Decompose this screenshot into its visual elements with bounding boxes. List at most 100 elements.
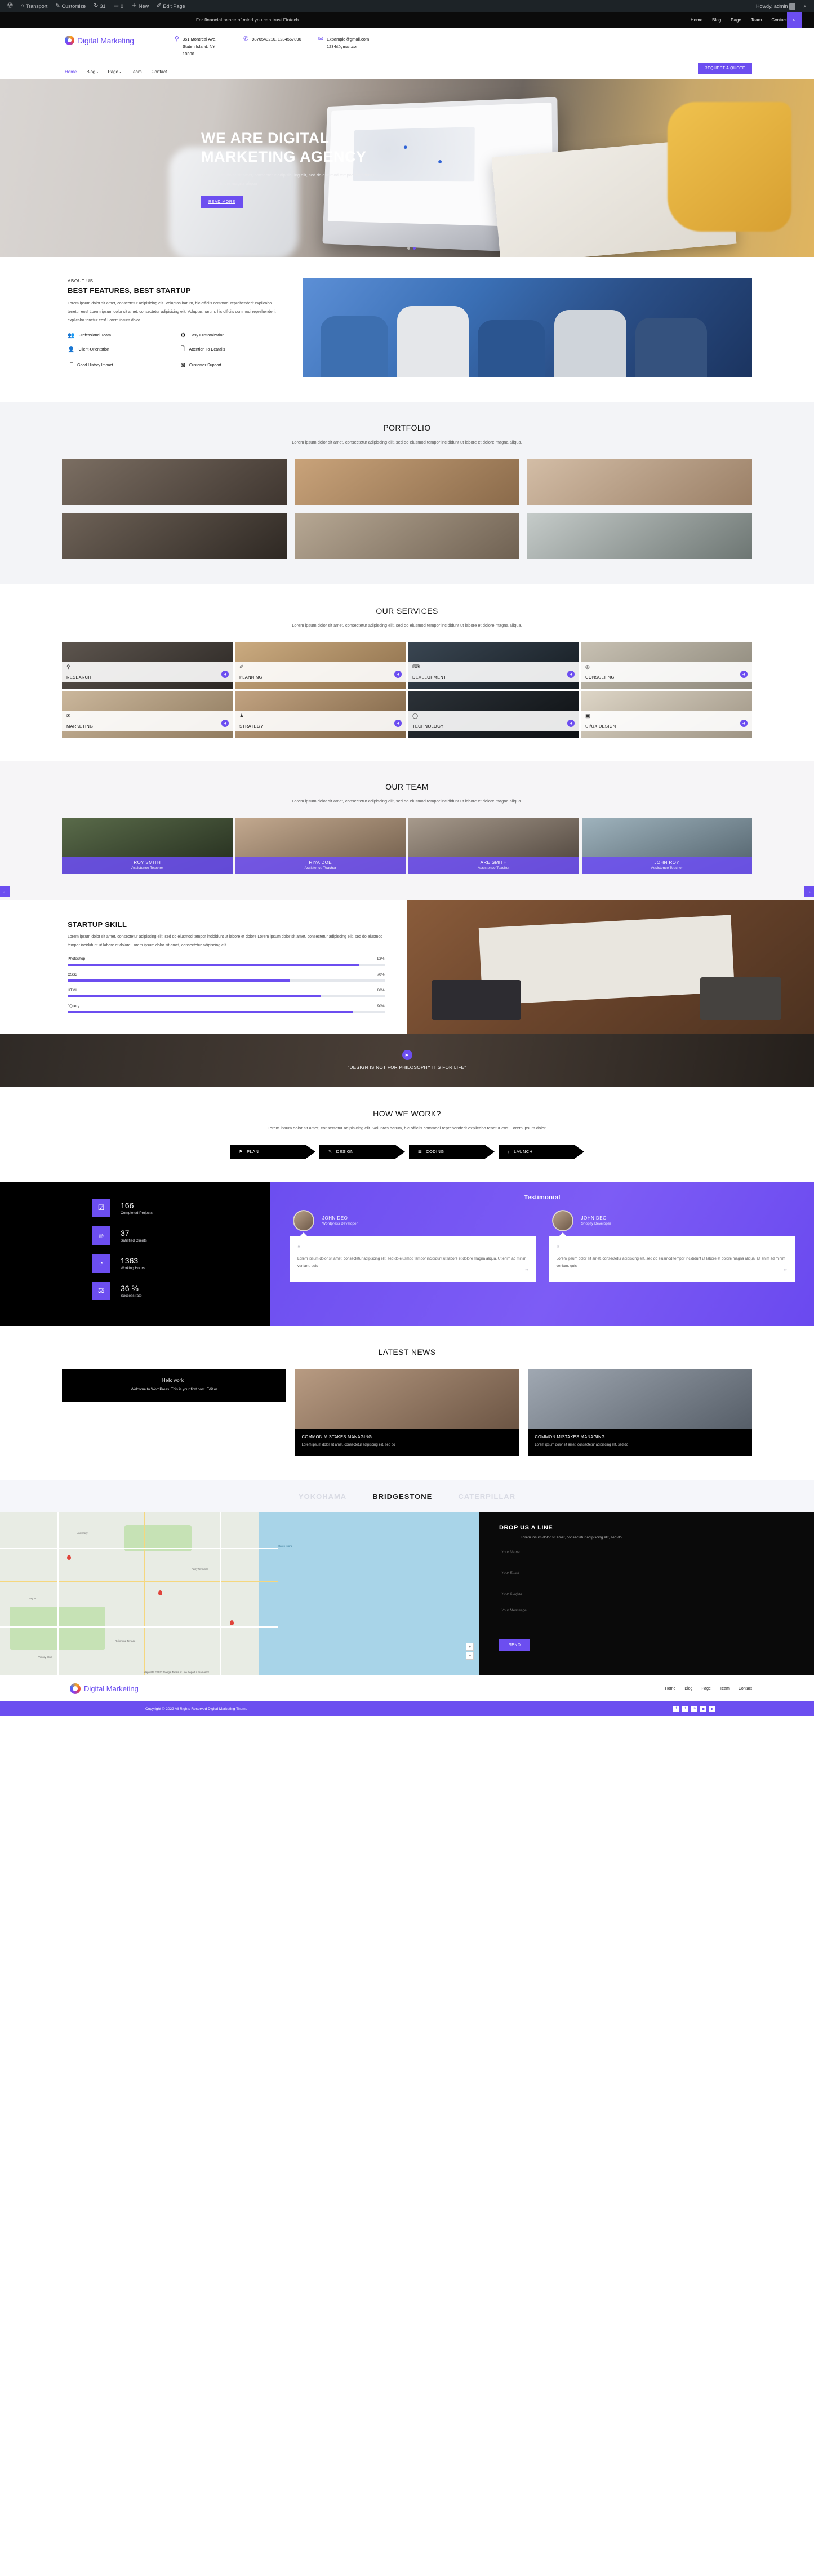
service-card[interactable]: ⌨ DEVELOPMENT ➜ (408, 642, 579, 690)
admin-bar-customize[interactable]: ✎ Customize (51, 0, 90, 12)
nav-item-blog[interactable]: Blog ▾ (86, 69, 98, 74)
admin-bar-new[interactable]: ＋ New (127, 0, 153, 12)
footer-nav-page[interactable]: Page (701, 1687, 710, 1691)
service-label: DEVELOPMENT (412, 675, 446, 680)
map-label: Richmond Terrace (115, 1639, 136, 1643)
footer-nav-blog[interactable]: Blog (684, 1687, 692, 1691)
service-label: UI/UX DESIGN (585, 724, 616, 729)
play-icon[interactable]: ▶ (402, 1049, 412, 1060)
admin-bar-howdy[interactable]: Howdy, admin (752, 0, 799, 12)
header-email[interactable]: ✉ Expample@gmail.com 1234@gmail.com (318, 36, 369, 57)
email-line-1: Expample@gmail.com (326, 37, 370, 42)
portfolio-item[interactable] (295, 459, 519, 506)
your-message-input[interactable] (501, 1608, 791, 1625)
portfolio-item[interactable] (527, 513, 752, 560)
map-zoom-out-button[interactable]: − (466, 1652, 474, 1660)
portfolio-item[interactable] (527, 459, 752, 506)
team-card[interactable]: JOHN ROY Assistence Teacher (581, 818, 752, 875)
main-nav-row: Home Blog ▾ Page ▾ Team Contact REQUEST A … (0, 63, 814, 79)
nav-item-home[interactable]: Home (65, 69, 77, 74)
search-button[interactable]: ⌕ (787, 12, 802, 28)
footer-nav-team[interactable]: Team (720, 1687, 730, 1691)
admin-bar-edit-page[interactable]: ✐ Edit Page (153, 0, 189, 12)
news-card[interactable]: COMMON MISTAKES MANAGING Lorem ipsum dol… (528, 1368, 752, 1456)
about-feature-grid: 👥 Professional Team ⚙ Easy Customization 👤… (68, 332, 284, 370)
work-step[interactable]: ☰ CODING (409, 1144, 495, 1159)
admin-bar-search[interactable]: ⌕ (799, 0, 811, 12)
team-prev-button[interactable]: ← (0, 886, 10, 897)
service-card[interactable]: ◯ TECHNOLOGY ➜ (408, 691, 579, 739)
work-step[interactable]: ✎ DESIGN (319, 1144, 405, 1159)
admin-bar-updates[interactable]: ↻ 31 (90, 0, 109, 12)
site-footer: Digital Marketing Home Blog Page Team Co… (0, 1675, 814, 1702)
top-nav-home[interactable]: Home (691, 17, 702, 23)
field-your-email[interactable] (499, 1560, 794, 1582)
service-card[interactable]: ◎ CONSULTING ➜ (581, 642, 752, 690)
portfolio-item[interactable] (295, 513, 519, 560)
top-nav-contact[interactable]: Contact (771, 17, 787, 23)
admin-bar-site[interactable]: ⌂ Transport (17, 0, 51, 12)
your-email-input[interactable] (501, 1571, 791, 1576)
work-step[interactable]: ⚑ PLAN (230, 1144, 315, 1159)
top-nav-page[interactable]: Page (731, 17, 741, 23)
request-quote-button[interactable]: REQUEST A QUOTE (697, 63, 752, 74)
work-step[interactable]: ↑ LAUNCH (499, 1144, 584, 1159)
skill-bar: CSS3 70% (68, 973, 385, 982)
footer-nav-contact[interactable]: Contact (739, 1687, 752, 1691)
service-label-bar: ◯ TECHNOLOGY (408, 711, 579, 732)
field-your-subject[interactable] (499, 1581, 794, 1603)
service-card[interactable]: ⚲ RESEARCH ➜ (62, 642, 233, 690)
news-card-hello-world[interactable]: Hello world! Welcome to WordPress. This … (62, 1368, 286, 1402)
your-subject-input[interactable] (501, 1592, 791, 1597)
skill-text-column: STARTUP SKILL Lorem ipsum dolor sit amet… (0, 900, 407, 1034)
instagram-icon[interactable]: ▣ (700, 1705, 706, 1712)
portfolio-item[interactable] (62, 459, 287, 506)
service-card[interactable]: ▣ UI/UX DESIGN ➜ (581, 691, 752, 739)
facebook-icon[interactable]: f (673, 1705, 679, 1712)
service-card[interactable]: ✉ MARKETING ➜ (62, 691, 233, 739)
service-card[interactable]: ✐ PLANNING ➜ (235, 642, 406, 690)
footer-nav-home[interactable]: Home (665, 1687, 676, 1691)
map-pin-icon[interactable] (67, 1554, 71, 1560)
mouse-icon: ◯ (412, 713, 419, 719)
site-logo[interactable]: Digital Marketing (65, 36, 134, 45)
your-name-input[interactable] (501, 1550, 791, 1555)
footer-logo[interactable]: Digital Marketing (70, 1683, 139, 1694)
send-button[interactable]: SEND (499, 1639, 531, 1652)
main-nav: Home Blog ▾ Page ▾ Team Contact (65, 69, 167, 74)
nav-item-team[interactable]: Team (131, 69, 142, 74)
top-nav-team[interactable]: Team (751, 17, 762, 23)
admin-bar-wordpress[interactable]: Ⓦ (3, 0, 17, 12)
field-your-name[interactable] (499, 1540, 794, 1561)
team-card[interactable]: RIYA DOE Assistence Teacher (235, 818, 406, 875)
header-phone[interactable]: ✆ 9876543210, 1234567890 (243, 36, 301, 57)
team-card[interactable]: ROY SMITH Assistence Teacher (62, 818, 233, 875)
admin-bar-comments[interactable]: ▭ 0 (110, 0, 127, 12)
counters-block: ☑ 166 Completed Projects ☺ 37 Satisfied Clien… (0, 1181, 270, 1326)
news-excerpt: Lorem ipsum dolor sit amet, consectetur … (535, 1443, 629, 1447)
nav-item-contact[interactable]: Contact (152, 69, 167, 74)
skill-bar-track (68, 995, 385, 997)
map-pin-icon[interactable] (230, 1620, 234, 1625)
news-card[interactable]: COMMON MISTAKES MANAGING Lorem ipsum dol… (295, 1368, 519, 1456)
top-nav-blog[interactable]: Blog (712, 17, 721, 23)
field-your-message[interactable] (499, 1602, 794, 1632)
map-zoom-in-button[interactable]: + (466, 1643, 474, 1651)
nav-item-page[interactable]: Page ▾ (108, 69, 121, 74)
team-next-button[interactable]: → (804, 886, 814, 897)
twitter-icon[interactable]: t (682, 1705, 688, 1712)
portfolio-item[interactable] (62, 513, 287, 560)
youtube-icon[interactable]: ▶ (709, 1705, 715, 1712)
about-feature: ⊠ Customer Support (180, 362, 221, 369)
news-title: COMMON MISTAKES MANAGING (535, 1434, 605, 1439)
map-pin-icon[interactable] (158, 1590, 162, 1596)
linkedin-icon[interactable]: in (691, 1705, 697, 1712)
hero-read-more-button[interactable]: READ MORE (201, 196, 243, 208)
slider-dot-1[interactable] (407, 247, 410, 250)
skill-bar-value: 80% (377, 988, 385, 992)
team-card[interactable]: ARE SMITH Assistence Teacher (408, 818, 579, 875)
slider-dot-2[interactable] (412, 247, 416, 250)
service-label-bar: ⌨ DEVELOPMENT (408, 662, 579, 683)
service-card[interactable]: ♟ STRATEGY ➜ (235, 691, 406, 739)
google-map[interactable]: University Ferry Terminal Bay St Richmon… (0, 1512, 479, 1676)
